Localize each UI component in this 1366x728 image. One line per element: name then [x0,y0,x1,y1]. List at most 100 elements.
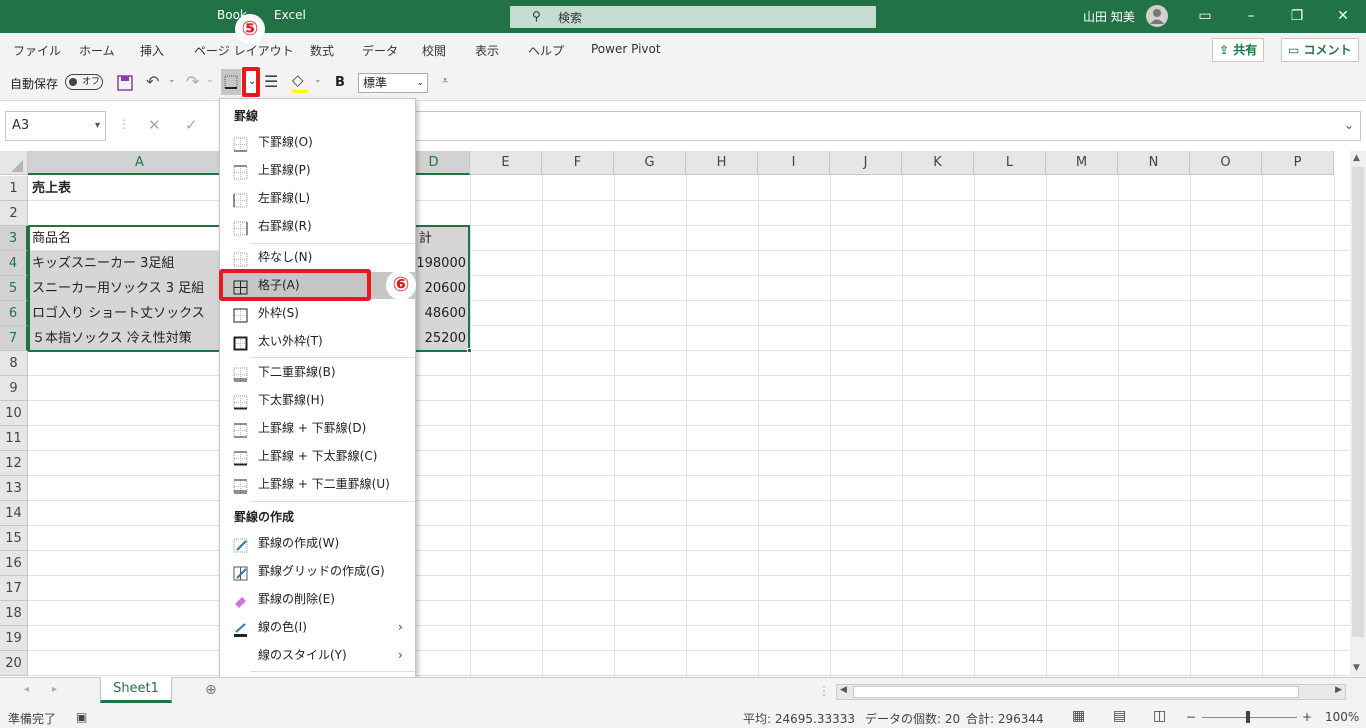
row-header-6[interactable]: 6 [0,301,28,326]
row-header-15[interactable]: 15 [0,526,28,551]
tab-splitter-icon[interactable]: ⋮ [818,684,830,698]
save-icon[interactable] [117,75,133,91]
autosave-toggle[interactable]: オフ [65,74,103,90]
row-header-16[interactable]: 16 [0,551,28,576]
normal-view-icon[interactable]: ▦ [1072,708,1085,724]
column-header-l[interactable]: L [974,151,1046,175]
row-header-20[interactable]: 20 [0,651,28,676]
column-header-k[interactable]: K [902,151,974,175]
zoom-out-icon[interactable]: − [1186,710,1196,724]
page-break-view-icon[interactable]: ◫ [1153,708,1166,724]
row-header-17[interactable]: 17 [0,576,28,601]
menu-item-draw-border-grid[interactable]: 罫線グリッドの作成(G) [220,558,415,585]
column-header-m[interactable]: M [1046,151,1118,175]
menu-item-no-border[interactable]: 枠なし(N) [220,244,415,271]
menu-item-border-top[interactable]: 上罫線(P) [220,157,415,184]
scroll-thumb[interactable] [1352,167,1364,637]
add-sheet-icon[interactable]: ⊕ [205,682,217,698]
row-header-8[interactable]: 8 [0,351,28,376]
menu-item-outside-borders[interactable]: 外枠(S) [220,300,415,327]
align-icon[interactable]: ☰ [264,72,278,91]
menu-item-top-double-bottom-border[interactable]: 上罫線 + 下二重罫線(U) [220,471,415,498]
row-header-5[interactable]: 5 [0,276,28,301]
tab-data[interactable]: データ [362,42,398,59]
enter-icon[interactable]: ✓ [185,116,198,134]
menu-item-border-bottom[interactable]: 下罫線(O) [220,129,415,156]
menu-item-thick-bottom-border[interactable]: 下太罫線(H) [220,387,415,414]
row-header-10[interactable]: 10 [0,401,28,426]
tab-review[interactable]: 校閲 [422,42,446,59]
ribbon-display-icon[interactable]: ▭ [1194,6,1216,26]
cancel-icon[interactable]: ✕ [148,116,161,134]
column-header-p[interactable]: P [1262,151,1334,175]
share-button[interactable]: ⇪ 共有 [1212,38,1265,62]
row-header-3[interactable]: 3 [0,226,28,251]
column-header-f[interactable]: F [542,151,614,175]
column-header-j[interactable]: J [830,151,902,175]
row-header-2[interactable]: 2 [0,201,28,226]
tab-home[interactable]: ホーム [79,42,115,59]
tab-power-pivot[interactable]: Power Pivot [591,42,661,56]
scroll-left-icon[interactable]: ◀ [840,685,847,695]
zoom-slider-thumb[interactable] [1246,711,1250,723]
select-all-corner[interactable] [0,151,28,175]
comment-button[interactable]: ▭ コメント [1281,38,1359,62]
search-box[interactable]: ⚲ 検索 [510,6,876,28]
zoom-level[interactable]: 100% [1325,710,1359,724]
row-header-18[interactable]: 18 [0,601,28,626]
tab-help[interactable]: ヘルプ [528,42,564,59]
column-header-h[interactable]: H [686,151,758,175]
scroll-right-icon[interactable]: ▶ [1335,685,1342,695]
tab-file[interactable]: ファイル [13,42,61,59]
expand-formula-icon[interactable]: ⌄ [1344,118,1354,132]
row-header-13[interactable]: 13 [0,476,28,501]
undo-dropdown-icon[interactable]: ⌄ [168,75,176,85]
minimize-icon[interactable]: – [1240,6,1262,26]
fill-color-icon[interactable]: ◇ [292,71,304,89]
borders-dropdown-button[interactable]: ⌄ [242,67,260,97]
borders-button[interactable] [221,69,241,95]
row-header-19[interactable]: 19 [0,626,28,651]
redo-dropdown-icon[interactable]: ⌄ [206,75,214,85]
horizontal-scrollbar[interactable]: ◀ ▶ [836,684,1346,700]
row-header-4[interactable]: 4 [0,251,28,276]
menu-item-line-style[interactable]: 線のスタイル(Y) › [220,642,415,669]
column-header-n[interactable]: N [1118,151,1190,175]
menu-item-thick-outside-borders[interactable]: 太い外枠(T) [220,328,415,355]
worksheet-grid[interactable]: ADEFGHIJKLMNOP 1 2 3 4 5 6 7 8 9 10 11 12 13 14 15 16 17… [0,151,1350,677]
menu-item-border-right[interactable]: 右罫線(R) [220,213,415,240]
zoom-in-icon[interactable]: + [1302,710,1312,724]
row-header-1[interactable]: 1 [0,176,28,201]
number-format-select[interactable]: 標準 ⌄ [358,73,428,93]
formula-input[interactable]: ⌄ [410,111,1361,141]
row-header-12[interactable]: 12 [0,451,28,476]
menu-item-bottom-double-border[interactable]: 下二重罫線(B) [220,359,415,386]
menu-item-line-color[interactable]: 線の色(I) › [220,614,415,641]
column-header-g[interactable]: G [614,151,686,175]
avatar[interactable] [1146,5,1168,27]
menu-item-eraser[interactable]: 罫線の削除(E) [220,586,415,613]
row-header-7[interactable]: 7 [0,326,28,351]
sheet-tab-sheet1[interactable]: Sheet1 [100,677,172,703]
tab-page-layout[interactable]: ページ レイアウト [194,42,294,59]
menu-item-top-thick-bottom-border[interactable]: 上罫線 + 下太罫線(C) [220,443,415,470]
row-header-9[interactable]: 9 [0,376,28,401]
scroll-up-icon[interactable]: ▲ [1353,153,1360,163]
menu-item-border-left[interactable]: 左罫線(L) [220,185,415,212]
cell-a1[interactable]: 売上表 [29,176,71,201]
tab-view[interactable]: 表示 [475,42,499,59]
row-header-11[interactable]: 11 [0,426,28,451]
bold-button[interactable]: B [335,75,345,90]
customize-toolbar-icon[interactable]: ⩡ [442,74,448,88]
vertical-scrollbar[interactable]: ▲ ▼ [1350,151,1366,677]
page-layout-view-icon[interactable]: ▤ [1113,708,1126,724]
menu-item-top-and-bottom-border[interactable]: 上罫線 + 下罫線(D) [220,415,415,442]
undo-icon[interactable]: ↶ [146,72,159,91]
macro-record-icon[interactable]: ▣ [76,710,87,724]
redo-icon[interactable]: ↷ [186,72,199,91]
scroll-down-icon[interactable]: ▼ [1353,663,1360,673]
column-header-e[interactable]: E [470,151,542,175]
next-sheet-icon[interactable]: ▸ [52,684,57,695]
restore-icon[interactable]: ❐ [1286,6,1308,26]
tab-insert[interactable]: 挿入 [140,42,164,59]
